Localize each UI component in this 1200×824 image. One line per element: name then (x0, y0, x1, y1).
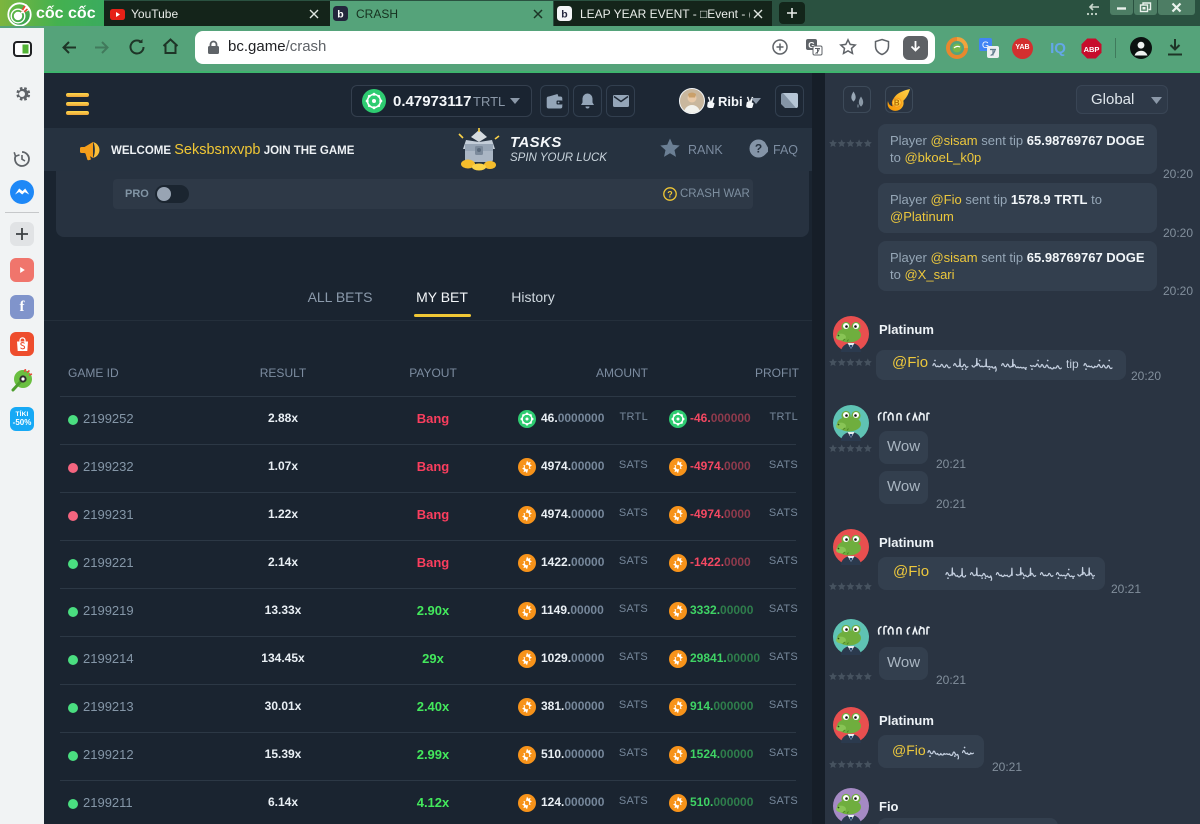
svg-text:b: b (561, 9, 567, 21)
svg-text:?: ? (667, 189, 673, 199)
svg-text:B: B (894, 98, 900, 107)
svg-text:ABP: ABP (1084, 45, 1100, 54)
svg-text:?: ? (755, 142, 762, 156)
svg-text:b: b (337, 9, 343, 21)
